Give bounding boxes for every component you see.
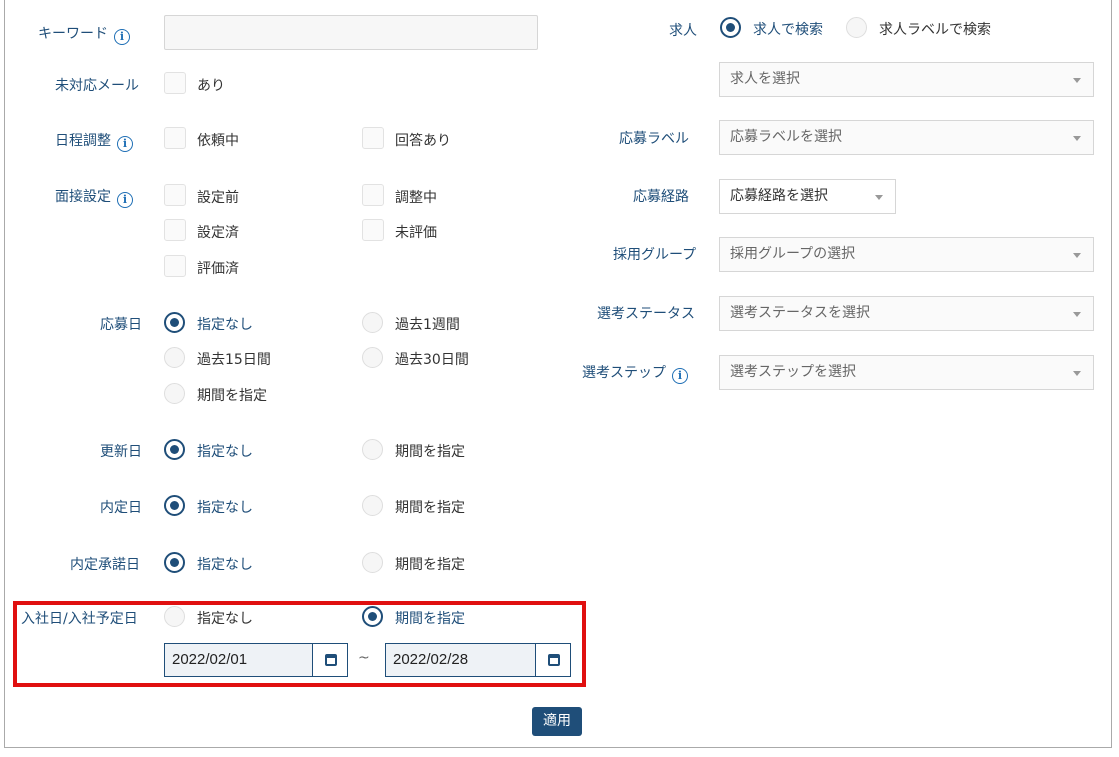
unresponded-option-label: あり — [197, 78, 225, 94]
highlight-box — [13, 601, 586, 687]
job-select-placeholder: 求人を選択 — [730, 71, 800, 87]
interview-rated-checkbox[interactable] — [164, 255, 186, 277]
applied-date-range-radio[interactable] — [164, 383, 185, 404]
interview-adjusting-checkbox[interactable] — [362, 184, 384, 206]
selection-step-label-text: 選考ステップ — [582, 365, 666, 381]
info-icon[interactable]: i — [117, 136, 133, 152]
updated-date-range-label: 期間を指定 — [395, 444, 465, 460]
interview-unrated-label: 未評価 — [395, 225, 437, 241]
interview-rated-label: 評価済 — [197, 261, 239, 277]
offer-accept-date-none-radio[interactable] — [164, 552, 185, 573]
chevron-down-icon — [875, 195, 883, 200]
interview-unrated-checkbox[interactable] — [362, 219, 384, 241]
chevron-down-icon — [1073, 136, 1081, 141]
unresponded-mail-label: 未対応メール — [55, 78, 139, 94]
app-label-select[interactable]: 応募ラベルを選択 — [719, 120, 1094, 155]
job-select[interactable]: 求人を選択 — [719, 62, 1094, 97]
offer-date-range-label: 期間を指定 — [395, 500, 465, 516]
schedule-answered-label: 回答あり — [395, 133, 451, 149]
info-icon[interactable]: i — [672, 368, 688, 384]
schedule-label-text: 日程調整 — [55, 133, 111, 149]
selection-step-select[interactable]: 選考ステップを選択 — [719, 355, 1094, 390]
selection-step-placeholder: 選考ステップを選択 — [730, 364, 856, 380]
job-label-search-radio[interactable] — [846, 17, 867, 38]
chevron-down-icon — [1073, 312, 1081, 317]
applied-date-15days-label: 過去15日間 — [197, 352, 271, 368]
job-search-radio[interactable] — [720, 17, 741, 38]
app-route-placeholder: 応募経路を選択 — [730, 188, 828, 204]
job-label-search-label: 求人ラベルで検索 — [879, 22, 991, 38]
interview-before-checkbox[interactable] — [164, 184, 186, 206]
keyword-input[interactable] — [164, 15, 538, 50]
chevron-down-icon — [1073, 253, 1081, 258]
offer-accept-date-label: 内定承諾日 — [70, 557, 140, 573]
interview-adjusting-label: 調整中 — [395, 190, 437, 206]
selection-step-label: 選考ステップ i — [582, 362, 688, 384]
hiring-group-placeholder: 採用グループの選択 — [730, 246, 856, 262]
applied-date-none-radio[interactable] — [164, 312, 185, 333]
app-route-select[interactable]: 応募経路を選択 — [719, 179, 896, 214]
applied-date-1week-label: 過去1週間 — [395, 317, 460, 333]
selection-status-label: 選考ステータス — [597, 306, 695, 322]
job-label: 求人 — [669, 23, 697, 39]
applied-date-30days-label: 過去30日間 — [395, 352, 469, 368]
selection-status-select[interactable]: 選考ステータスを選択 — [719, 296, 1094, 331]
schedule-requested-checkbox[interactable] — [164, 127, 186, 149]
applied-date-1week-radio[interactable] — [362, 312, 383, 333]
interview-set-checkbox[interactable] — [164, 219, 186, 241]
chevron-down-icon — [1073, 78, 1081, 83]
apply-button[interactable]: 適用 — [532, 707, 582, 736]
offer-accept-date-range-label: 期間を指定 — [395, 557, 465, 573]
updated-date-label: 更新日 — [100, 444, 142, 460]
offer-date-label: 内定日 — [100, 500, 142, 516]
applied-date-15days-radio[interactable] — [164, 347, 185, 368]
updated-date-none-label: 指定なし — [197, 444, 253, 460]
updated-date-none-radio[interactable] — [164, 439, 185, 460]
applied-date-range-label: 期間を指定 — [197, 388, 267, 404]
offer-date-none-radio[interactable] — [164, 495, 185, 516]
offer-accept-date-none-label: 指定なし — [197, 557, 253, 573]
interview-set-label: 設定済 — [197, 225, 239, 241]
hiring-group-label: 採用グループ — [613, 247, 697, 263]
job-search-label: 求人で検索 — [753, 22, 823, 38]
interview-before-label: 設定前 — [197, 190, 239, 206]
applied-date-label: 応募日 — [100, 317, 142, 333]
selection-status-placeholder: 選考ステータスを選択 — [730, 305, 870, 321]
schedule-answered-checkbox[interactable] — [362, 127, 384, 149]
schedule-label: 日程調整 i — [55, 130, 133, 152]
offer-date-none-label: 指定なし — [197, 500, 253, 516]
info-icon[interactable]: i — [114, 29, 130, 45]
chevron-down-icon — [1073, 371, 1081, 376]
interview-label-text: 面接設定 — [55, 189, 111, 205]
applied-date-none-label: 指定なし — [197, 317, 253, 333]
unresponded-checkbox[interactable] — [164, 72, 186, 94]
interview-label: 面接設定 i — [55, 186, 133, 208]
app-label-label: 応募ラベル — [619, 131, 689, 147]
offer-date-range-radio[interactable] — [362, 495, 383, 516]
offer-accept-date-range-radio[interactable] — [362, 552, 383, 573]
info-icon[interactable]: i — [117, 192, 133, 208]
hiring-group-select[interactable]: 採用グループの選択 — [719, 237, 1094, 272]
schedule-requested-label: 依頼中 — [197, 133, 239, 149]
keyword-label-text: キーワード — [38, 26, 108, 42]
updated-date-range-radio[interactable] — [362, 439, 383, 460]
keyword-label: キーワード i — [38, 23, 130, 45]
applied-date-30days-radio[interactable] — [362, 347, 383, 368]
app-label-placeholder: 応募ラベルを選択 — [730, 129, 842, 145]
app-route-label: 応募経路 — [633, 189, 689, 205]
